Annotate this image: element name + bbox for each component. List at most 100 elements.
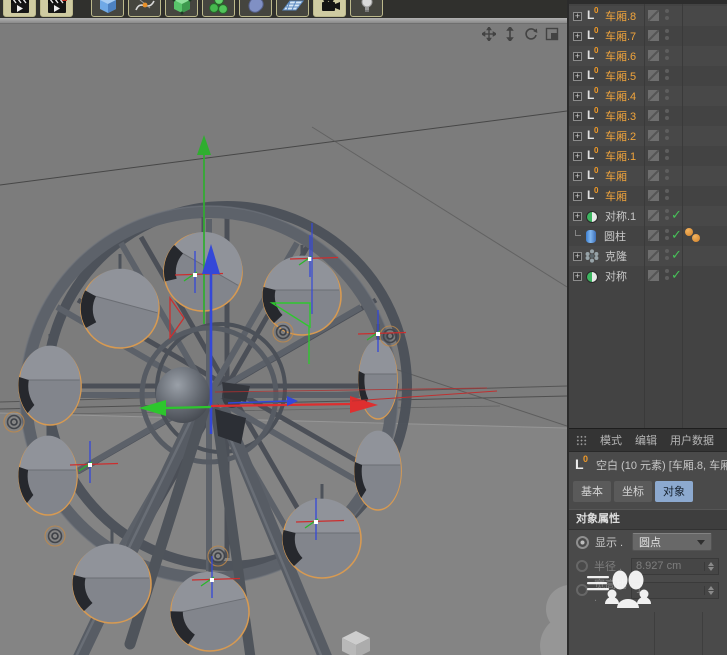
expand-toggle[interactable]	[573, 12, 582, 21]
visibility-dots[interactable]	[665, 109, 669, 120]
light-icon[interactable]	[350, 0, 383, 17]
object-label[interactable]: 车厢.2	[605, 128, 636, 144]
layer-chip[interactable]	[648, 30, 659, 41]
object-label[interactable]: 车厢.8	[605, 8, 636, 24]
object-row[interactable]: 车厢.5	[569, 66, 727, 86]
object-row[interactable]: 车厢.8	[569, 6, 727, 26]
object-label[interactable]: 对称.1	[605, 208, 636, 224]
visibility-dots[interactable]	[665, 229, 669, 240]
visibility-dots[interactable]	[665, 209, 669, 220]
primitive-cube-icon[interactable]	[91, 0, 124, 17]
tab-basic[interactable]: 基本	[573, 481, 611, 502]
visibility-dots[interactable]	[665, 29, 669, 40]
object-label[interactable]: 车厢.5	[605, 68, 636, 84]
texture-tag-icons[interactable]	[685, 228, 705, 244]
perspective-viewport[interactable]	[0, 24, 567, 655]
expand-toggle[interactable]	[573, 112, 582, 121]
layer-chip[interactable]	[648, 10, 659, 21]
maximize-icon[interactable]	[545, 27, 559, 41]
expand-toggle[interactable]	[573, 212, 582, 221]
floor-grid-icon[interactable]	[276, 0, 309, 17]
object-label[interactable]: 车厢	[605, 168, 627, 184]
layer-chip[interactable]	[648, 130, 659, 141]
object-label[interactable]: 圆柱	[604, 228, 626, 244]
display-dropdown[interactable]: 圆点	[632, 533, 712, 551]
visibility-dots[interactable]	[665, 189, 669, 200]
expand-toggle[interactable]	[573, 192, 582, 201]
menu-edit[interactable]: 编辑	[635, 432, 657, 448]
object-label[interactable]: 对称	[605, 268, 627, 284]
layer-chip[interactable]	[648, 150, 659, 161]
object-row[interactable]: 克隆	[569, 246, 727, 266]
render-settings-icon[interactable]	[40, 0, 73, 17]
object-row[interactable]: 车厢.6	[569, 46, 727, 66]
expand-toggle[interactable]	[573, 152, 582, 161]
subdivision-cube-icon[interactable]	[165, 0, 198, 17]
expand-toggle[interactable]	[573, 132, 582, 141]
tab-coordinates[interactable]: 坐标	[614, 481, 652, 502]
visibility-dots[interactable]	[665, 269, 669, 280]
deformer-icon[interactable]	[239, 0, 272, 17]
visibility-dots[interactable]	[665, 9, 669, 20]
enabled-checkmark-icon[interactable]	[671, 247, 682, 263]
object-row[interactable]: 车厢.3	[569, 106, 727, 126]
object-label[interactable]: 车厢.6	[605, 48, 636, 64]
expand-toggle[interactable]	[573, 92, 582, 101]
expand-toggle[interactable]	[573, 52, 582, 61]
visibility-dots[interactable]	[665, 129, 669, 140]
panel-grid-icon[interactable]	[576, 435, 587, 446]
object-row[interactable]: 车厢	[569, 166, 727, 186]
tab-object[interactable]: 对象	[655, 481, 693, 502]
expand-toggle[interactable]	[573, 252, 582, 261]
layer-chip[interactable]	[648, 50, 659, 61]
layer-chip[interactable]	[648, 190, 659, 201]
object-label[interactable]: 克隆	[605, 248, 627, 264]
stepper-icon[interactable]	[704, 586, 714, 595]
object-label[interactable]: 车厢.7	[605, 28, 636, 44]
array-spheres-icon[interactable]	[202, 0, 235, 17]
keyframe-toggle[interactable]	[576, 584, 588, 596]
enabled-checkmark-icon[interactable]	[671, 207, 682, 223]
object-row[interactable]: 车厢.2	[569, 126, 727, 146]
camera-icon[interactable]	[313, 0, 346, 17]
expand-toggle[interactable]	[573, 272, 582, 281]
rotate-icon[interactable]	[524, 27, 538, 41]
layer-chip[interactable]	[648, 250, 659, 261]
visibility-dots[interactable]	[665, 89, 669, 100]
enabled-checkmark-icon[interactable]	[671, 267, 682, 283]
object-row[interactable]: 对称.1	[569, 206, 727, 226]
expand-toggle[interactable]	[573, 172, 582, 181]
expand-toggle[interactable]	[573, 72, 582, 81]
object-row[interactable]: 车厢.1	[569, 146, 727, 166]
keyframe-toggle[interactable]	[576, 536, 589, 549]
layer-chip[interactable]	[648, 90, 659, 101]
pan-icon[interactable]	[482, 27, 496, 41]
expand-toggle[interactable]	[573, 32, 582, 41]
layer-chip[interactable]	[648, 270, 659, 281]
menu-mode[interactable]: 模式	[600, 432, 622, 448]
object-row[interactable]: 车厢.4	[569, 86, 727, 106]
aspect-ratio-field[interactable]: 1	[631, 582, 719, 599]
layer-chip[interactable]	[648, 70, 659, 81]
object-label[interactable]: 车厢	[605, 188, 627, 204]
keyframe-toggle[interactable]	[576, 560, 588, 572]
visibility-dots[interactable]	[665, 69, 669, 80]
layer-chip[interactable]	[648, 170, 659, 181]
expand-toggle[interactable]	[575, 230, 581, 236]
spline-icon[interactable]	[128, 0, 161, 17]
object-row[interactable]: 对称	[569, 266, 727, 286]
enabled-checkmark-icon[interactable]	[671, 227, 682, 243]
layer-chip[interactable]	[648, 210, 659, 221]
object-row[interactable]: 车厢.7	[569, 26, 727, 46]
visibility-dots[interactable]	[665, 149, 669, 160]
stepper-icon[interactable]	[704, 562, 714, 571]
render-view-icon[interactable]	[3, 0, 36, 17]
object-row[interactable]: 车厢	[569, 186, 727, 206]
object-label[interactable]: 车厢.3	[605, 108, 636, 124]
visibility-dots[interactable]	[665, 49, 669, 60]
visibility-dots[interactable]	[665, 169, 669, 180]
layer-chip[interactable]	[648, 110, 659, 121]
menu-userdata[interactable]: 用户数据	[670, 432, 714, 448]
object-label[interactable]: 车厢.1	[605, 148, 636, 164]
object-label[interactable]: 车厢.4	[605, 88, 636, 104]
